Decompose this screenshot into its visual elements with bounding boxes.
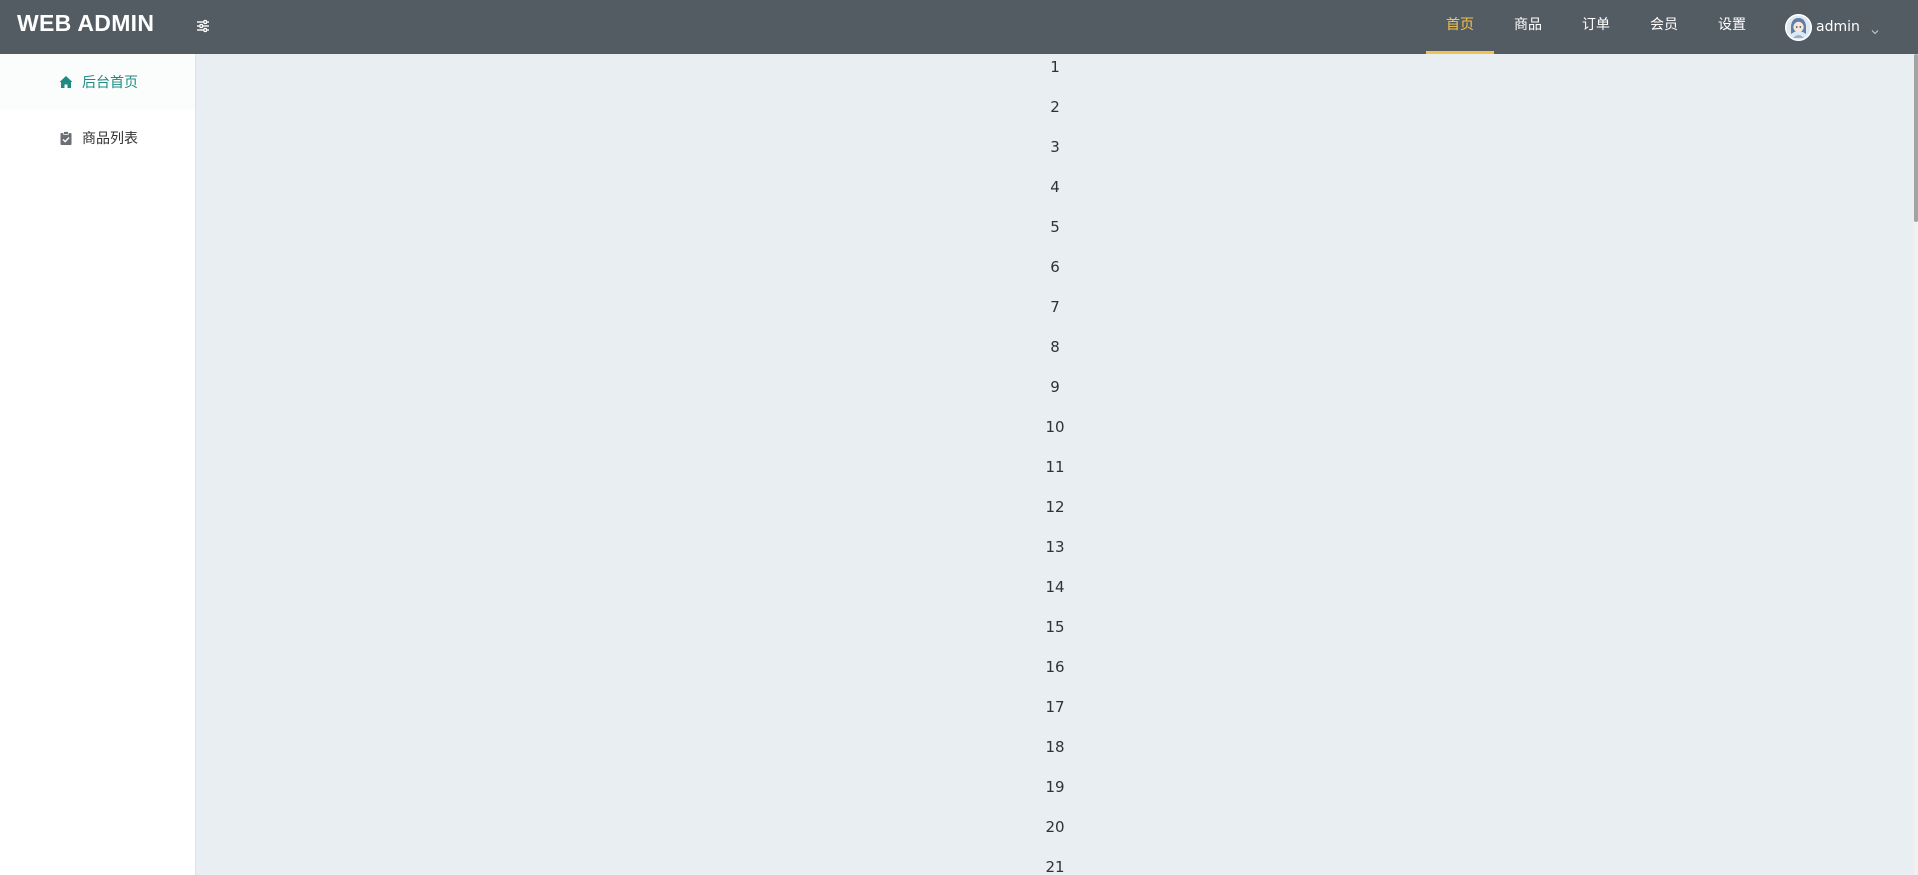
nav-item-products[interactable]: 商品 [1494, 0, 1562, 54]
scrollbar[interactable] [1914, 54, 1918, 875]
list-item: 8 [1050, 338, 1060, 356]
nav-item-members[interactable]: 会员 [1630, 0, 1698, 54]
main-content: 1 2 3 4 5 6 7 8 9 10 11 12 13 14 15 16 17 18 19 20 21 [196, 54, 1914, 875]
avatar-icon [1785, 13, 1812, 41]
nav-item-home[interactable]: 首页 [1426, 0, 1494, 54]
list-item: 11 [1045, 458, 1065, 476]
user-menu[interactable]: admin [1785, 12, 1880, 42]
number-list: 1 2 3 4 5 6 7 8 9 10 11 12 13 14 15 16 17 18 19 20 21 [196, 54, 1914, 875]
nav-item-settings[interactable]: 设置 [1698, 0, 1766, 54]
list-item: 10 [1045, 418, 1065, 436]
top-header: WEB ADMIN 首页 商品 订单 会员 设置 admin [0, 0, 1918, 54]
list-item: 6 [1050, 258, 1060, 276]
top-nav: 首页 商品 订单 会员 设置 [1426, 0, 1766, 54]
sidebar-item-product-list[interactable]: 商品列表 [0, 110, 195, 166]
sidebar-item-dashboard[interactable]: 后台首页 [0, 54, 195, 110]
nav-item-label: 会员 [1650, 17, 1678, 33]
list-item: 18 [1045, 738, 1065, 756]
list-item: 20 [1045, 818, 1065, 836]
list-item: 17 [1045, 698, 1065, 716]
list-item: 7 [1050, 298, 1060, 316]
list-item: 3 [1050, 138, 1060, 156]
list-item: 14 [1045, 578, 1065, 596]
sliders-icon[interactable] [193, 16, 213, 36]
nav-item-label: 首页 [1446, 17, 1474, 33]
list-item: 5 [1050, 218, 1060, 236]
home-icon [58, 74, 74, 90]
list-item: 21 [1045, 858, 1065, 875]
sidebar-item-label: 商品列表 [82, 131, 138, 147]
clipboard-check-icon [58, 130, 74, 146]
nav-item-orders[interactable]: 订单 [1562, 0, 1630, 54]
nav-item-label: 设置 [1718, 17, 1746, 33]
list-item: 16 [1045, 658, 1065, 676]
list-item: 19 [1045, 778, 1065, 796]
brand-logo-text: WEB ADMIN [17, 10, 155, 36]
nav-item-label: 商品 [1514, 17, 1542, 33]
list-item: 9 [1050, 378, 1060, 396]
list-item: 1 [1050, 58, 1060, 76]
nav-item-label: 订单 [1582, 17, 1610, 33]
list-item: 13 [1045, 538, 1065, 556]
sidebar-item-label: 后台首页 [82, 75, 138, 91]
list-item: 4 [1050, 178, 1060, 196]
list-item: 2 [1050, 98, 1060, 116]
chevron-down-icon [1870, 22, 1880, 35]
list-item: 12 [1045, 498, 1065, 516]
list-item: 15 [1045, 618, 1065, 636]
sidebar: 后台首页 商品列表 [0, 54, 196, 875]
scrollbar-thumb[interactable] [1914, 54, 1918, 222]
user-name: admin [1816, 19, 1860, 35]
